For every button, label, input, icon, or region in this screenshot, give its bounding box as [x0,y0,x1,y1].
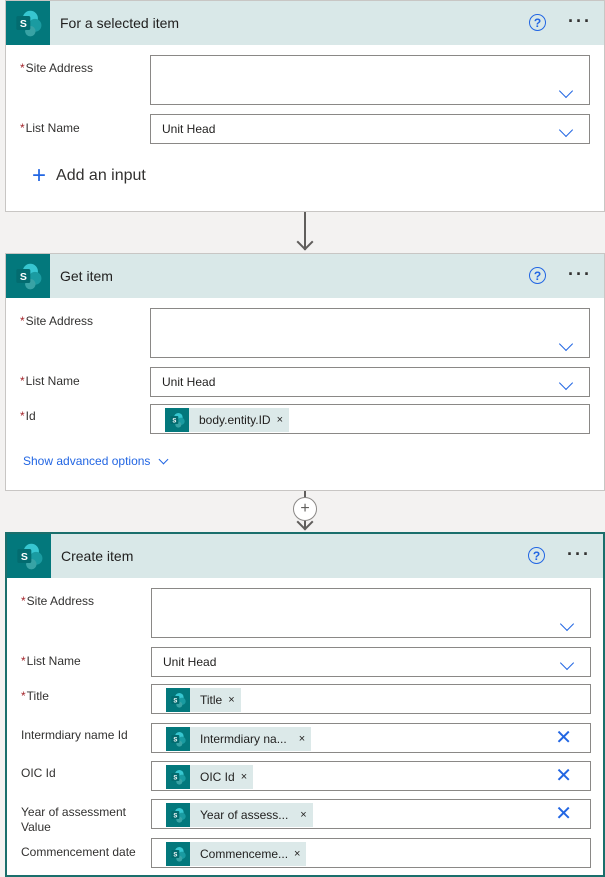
dynamic-content-token[interactable]: Year of assess... × [166,803,313,827]
get-item-card: Get item ? ··· *Site Address *List Name … [5,253,605,491]
show-advanced-options-link[interactable]: Show advanced options [23,454,169,468]
oic-id-field[interactable]: OIC Id × ✕ [151,761,591,791]
list-name-dropdown[interactable]: Unit Head [150,367,590,397]
remove-token-icon[interactable]: × [228,694,240,706]
list-name-dropdown[interactable]: Unit Head [151,647,591,677]
list-name-label: *List Name [20,374,80,388]
card-title: For a selected item [60,15,180,31]
list-name-value: Unit Head [162,122,216,136]
token-label: Title [200,693,223,707]
list-name-dropdown[interactable]: Unit Head [150,114,590,144]
chevron-down-icon[interactable] [558,375,574,391]
chevron-down-icon[interactable] [558,336,574,352]
more-options-icon[interactable]: ··· [568,264,592,285]
commencement-date-label: Commencement date [21,845,136,859]
year-of-assessment-field[interactable]: Year of assess... × ✕ [151,799,591,829]
clear-field-icon[interactable]: ✕ [555,728,572,748]
intermediary-name-id-label: Intermdiary name Id [21,728,128,742]
token-label: Commenceme... [200,847,289,861]
chevron-down-icon[interactable] [559,616,575,632]
list-name-label: *List Name [20,121,80,135]
site-address-label: *Site Address [21,594,95,608]
year-of-assessment-label: Year of assessment Value [21,805,126,834]
remove-token-icon[interactable]: × [293,733,311,745]
token-label: Year of assess... [200,808,289,822]
more-options-icon[interactable]: ··· [568,11,592,32]
token-label: OIC Id [200,770,235,784]
dynamic-content-token[interactable]: Commenceme... × [166,842,307,866]
dynamic-content-token[interactable]: body.entity.ID × [165,408,290,432]
trigger-card: For a selected item ? ··· *Site Address … [5,0,605,212]
chevron-down-icon[interactable] [559,655,575,671]
list-name-value: Unit Head [163,655,217,669]
remove-token-icon[interactable]: × [277,414,289,426]
sharepoint-icon [7,534,51,578]
dynamic-content-token[interactable]: Intermdiary na... × [166,727,312,751]
site-address-field[interactable] [150,55,590,105]
sharepoint-icon [6,1,50,45]
list-name-value: Unit Head [162,375,216,389]
remove-token-icon[interactable]: × [294,848,306,860]
help-icon[interactable]: ? [529,14,546,31]
card-header[interactable]: For a selected item ? ··· [6,1,604,45]
title-label: *Title [21,689,49,703]
remove-token-icon[interactable]: × [241,771,253,783]
chevron-down-icon[interactable] [558,122,574,138]
help-icon[interactable]: ? [528,547,545,564]
site-address-label: *Site Address [20,314,94,328]
dynamic-content-token[interactable]: OIC Id × [166,765,254,789]
commencement-date-field[interactable]: Commenceme... × [151,838,591,868]
sharepoint-icon [166,842,190,866]
add-input-button[interactable]: + Add an input [32,162,146,189]
token-label: Intermdiary na... [200,732,287,746]
sharepoint-icon [166,688,190,712]
sharepoint-icon [165,408,189,432]
plus-icon: + [32,162,47,189]
card-title: Create item [61,548,134,564]
chevron-down-icon[interactable] [558,83,574,99]
sharepoint-icon [166,727,190,751]
id-label: *Id [20,409,36,423]
card-header[interactable]: Get item ? ··· [6,254,604,298]
oic-id-label: OIC Id [21,766,56,780]
create-item-card: Create item ? ··· *Site Address *List Na… [5,532,605,877]
id-field[interactable]: body.entity.ID × [150,404,590,434]
card-header[interactable]: Create item ? ··· [7,534,603,578]
site-address-label: *Site Address [20,61,94,75]
sharepoint-icon [166,765,190,789]
add-input-label: Add an input [56,167,146,184]
list-name-label: *List Name [21,654,81,668]
intermediary-name-id-field[interactable]: Intermdiary na... × ✕ [151,723,591,753]
site-address-field[interactable] [151,588,591,638]
title-field[interactable]: Title × [151,684,591,714]
clear-field-icon[interactable]: ✕ [555,766,572,786]
token-label: body.entity.ID [199,413,271,427]
card-title: Get item [60,268,113,284]
help-icon[interactable]: ? [529,267,546,284]
remove-token-icon[interactable]: × [294,809,312,821]
chevron-down-icon [158,454,169,464]
site-address-field[interactable] [150,308,590,358]
arrow-down-icon [296,233,314,251]
sharepoint-icon [6,254,50,298]
dynamic-content-token[interactable]: Title × [166,688,241,712]
clear-field-icon[interactable]: ✕ [555,804,572,824]
more-options-icon[interactable]: ··· [567,544,591,565]
sharepoint-icon [166,803,190,827]
